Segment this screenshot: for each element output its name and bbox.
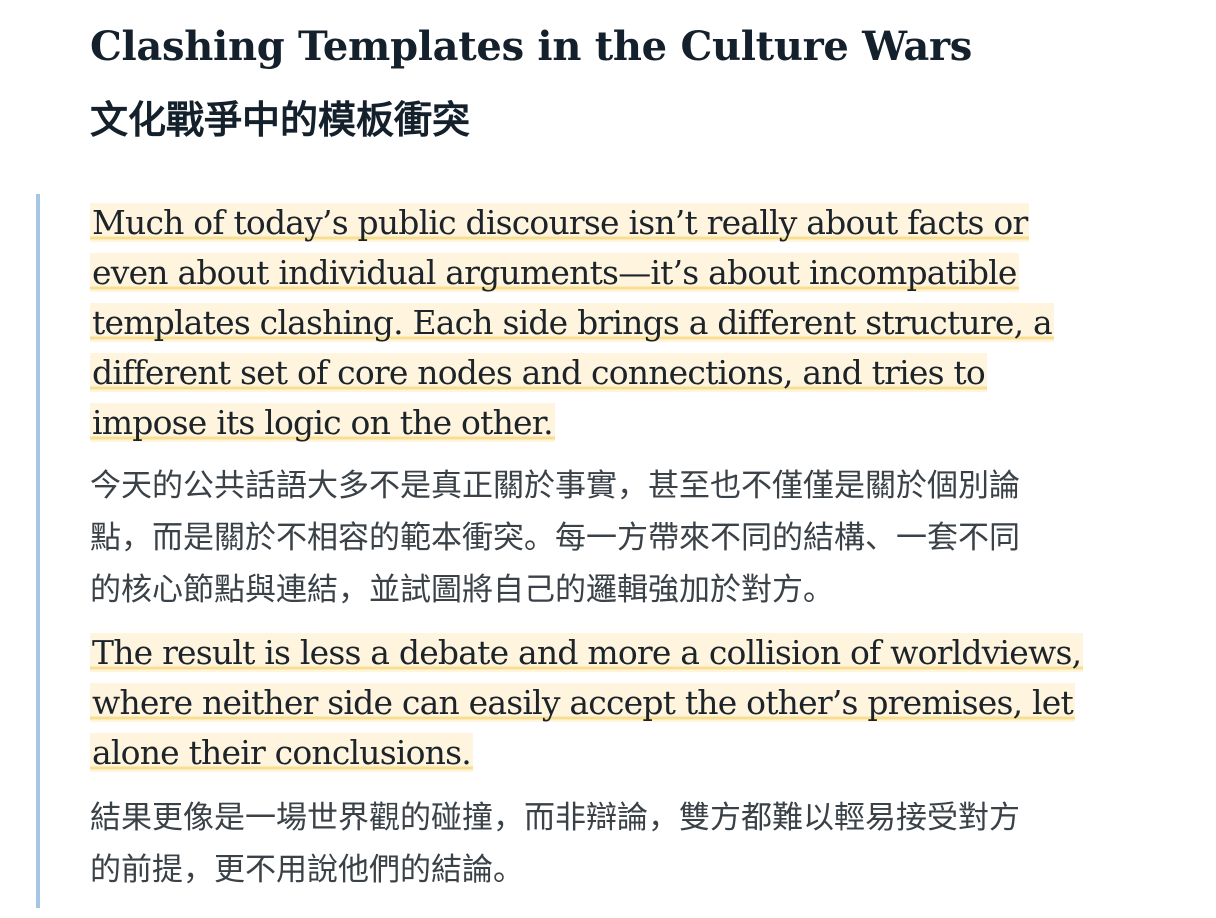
highlighted-line[interactable]: The result is less a debate and more a c… xyxy=(90,633,1084,672)
highlighted-line[interactable]: different set of core nodes and connecti… xyxy=(90,353,987,392)
paragraph-chinese-1: 今天的公共話語大多不是真正關於事實，甚至也不僅僅是關於個別論 點，而是關於不相容… xyxy=(90,460,1020,616)
highlighted-line[interactable]: impose its logic on the other. xyxy=(90,403,555,442)
text-line: 點，而是關於不相容的範本衝突。每一方帶來不同的結構、一套不同 xyxy=(90,520,1020,556)
highlighted-line[interactable]: templates clashing. Each side brings a d… xyxy=(90,303,1054,342)
paragraph-chinese-2: 結果更像是一場世界觀的碰撞，而非辯論，雙方都難以輕易接受對方 的前提，更不用說他… xyxy=(90,792,1020,896)
article: Clashing Templates in the Culture Wars 文… xyxy=(0,0,1216,918)
highlighted-line[interactable]: even about individual arguments—it’s abo… xyxy=(90,253,1019,292)
title-chinese: 文化戰爭中的模板衝突 xyxy=(90,98,471,142)
blockquote: Much of today’s public discourse isn’t r… xyxy=(36,194,1200,908)
text-line: 今天的公共話語大多不是真正關於事實，甚至也不僅僅是關於個別論 xyxy=(90,468,1020,504)
text-line: 的前提，更不用說他們的結論。 xyxy=(90,852,524,888)
highlighted-line[interactable]: Much of today’s public discourse isn’t r… xyxy=(90,203,1030,242)
paragraph-english-2[interactable]: The result is less a debate and more a c… xyxy=(90,628,1084,778)
highlighted-line[interactable]: where neither side can easily accept the… xyxy=(90,683,1075,722)
highlighted-line[interactable]: alone their conclusions. xyxy=(90,733,473,772)
title-english: Clashing Templates in the Culture Wars xyxy=(90,23,972,70)
text-line: 結果更像是一場世界觀的碰撞，而非辯論，雙方都難以輕易接受對方 xyxy=(90,800,1020,836)
text-line: 的核心節點與連結，並試圖將自己的邏輯強加於對方。 xyxy=(90,572,834,608)
paragraph-english-1[interactable]: Much of today’s public discourse isn’t r… xyxy=(90,198,1054,448)
